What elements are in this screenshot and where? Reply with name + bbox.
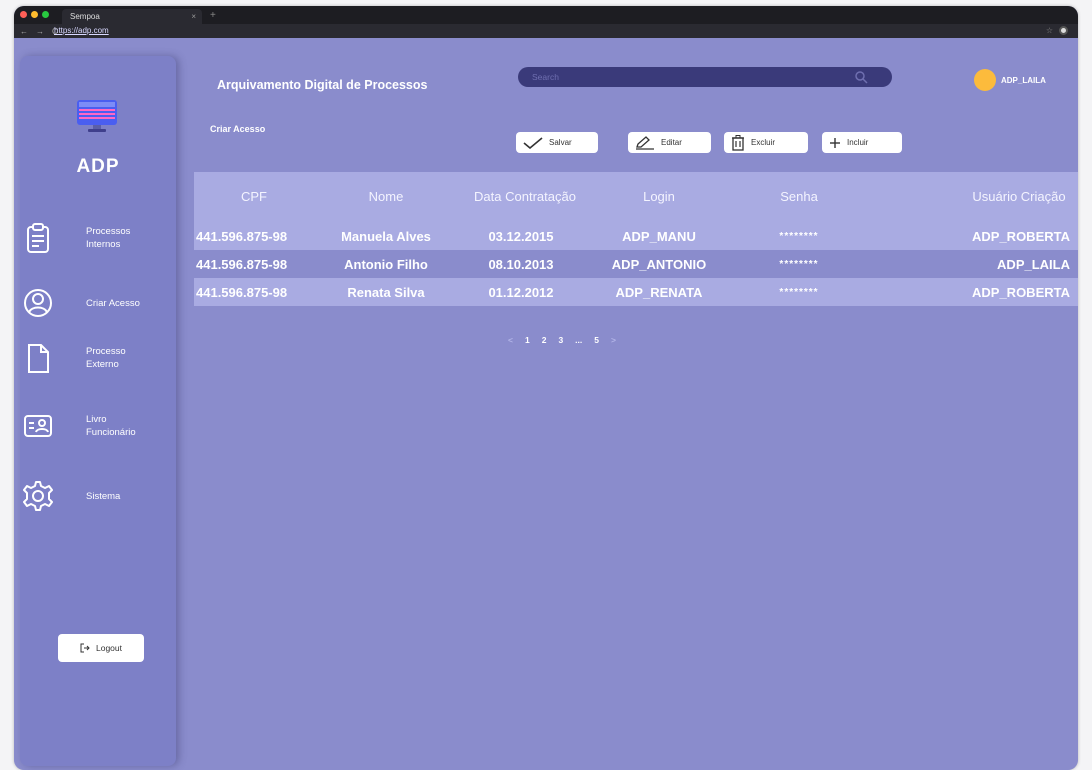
cell-usuario: ADP_ROBERTA <box>972 284 1070 300</box>
table-row[interactable]: 441.596.875-98 Renata Silva 01.12.2012 A… <box>194 278 1078 306</box>
next-page-button[interactable]: > <box>611 335 616 345</box>
table-header: CPF Nome Data Contratação Login Senha Us… <box>194 172 1078 222</box>
cell-senha: ******** <box>779 230 819 242</box>
column-header-login: Login <box>643 189 675 204</box>
user-name: ADP_LAILA <box>1001 75 1046 85</box>
trash-icon <box>732 134 744 151</box>
clipboard-icon <box>27 223 49 253</box>
profile-icon[interactable] <box>1059 26 1068 35</box>
delete-label: Excluir <box>751 138 776 147</box>
cell-nome: Renata Silva <box>347 284 425 300</box>
page-1-button[interactable]: 1 <box>525 335 530 345</box>
cell-senha: ******** <box>779 258 819 270</box>
cell-login: ADP_ANTONIO <box>611 256 707 272</box>
gear-icon <box>23 481 53 511</box>
cell-cpf: 441.596.875-98 <box>196 256 288 272</box>
document-icon <box>28 344 49 373</box>
pencil-icon <box>636 135 654 150</box>
sidebar: ADP Processos Internos Criar Acesso Proc… <box>20 56 176 766</box>
user-circle-icon <box>24 289 52 317</box>
maximize-window-button[interactable] <box>42 11 49 18</box>
cell-cpf: 441.596.875-98 <box>196 284 288 300</box>
sidebar-item-criar-acesso[interactable]: Criar Acesso <box>20 281 176 325</box>
logout-button[interactable]: Logout <box>58 634 144 662</box>
cell-nome: Antonio Filho <box>344 256 428 272</box>
sidebar-item-livro-funcionario[interactable]: Livro Funcionário <box>20 404 176 448</box>
browser-actions: ☆ <box>1046 26 1068 35</box>
page-2-button[interactable]: 2 <box>542 335 547 345</box>
window-controls <box>20 11 49 18</box>
page-title: Arquivamento Digital de Processos <box>217 78 428 92</box>
edit-button[interactable]: Editar <box>628 132 711 153</box>
pagination: < 1 2 3 ... 5 > <box>508 335 616 345</box>
column-header-cpf: CPF <box>241 189 267 204</box>
prev-page-button[interactable]: < <box>508 335 513 345</box>
sidebar-item-label: Criar Acesso <box>86 297 140 309</box>
plus-icon <box>830 137 840 148</box>
checkmark-icon <box>523 136 543 149</box>
user-profile[interactable]: ADP_LAILA <box>974 69 1046 91</box>
search-input[interactable] <box>532 67 832 87</box>
bookmark-icon[interactable]: ☆ <box>1046 26 1053 35</box>
minimize-window-button[interactable] <box>31 11 38 18</box>
browser-tab[interactable]: Sempoa × <box>62 9 202 24</box>
id-card-icon <box>24 415 52 437</box>
new-tab-icon[interactable]: + <box>210 9 216 23</box>
address-bar: ← → C https://adp.com ☆ <box>14 24 1078 38</box>
nav-buttons: ← → C <box>20 24 58 38</box>
cell-usuario: ADP_LAILA <box>997 256 1070 272</box>
cell-usuario: ADP_ROBERTA <box>972 228 1070 244</box>
column-header-senha: Senha <box>780 189 818 204</box>
page-3-button[interactable]: 3 <box>558 335 563 345</box>
sidebar-item-sistema[interactable]: Sistema <box>20 474 176 518</box>
page-5-button[interactable]: 5 <box>594 335 599 345</box>
back-icon[interactable]: ← <box>20 27 28 36</box>
url-field[interactable]: https://adp.com <box>54 24 109 38</box>
table-row[interactable]: 441.596.875-98 Manuela Alves 03.12.2015 … <box>194 222 1078 250</box>
sidebar-item-label: Livro Funcionário <box>86 414 136 438</box>
cell-nome: Manuela Alves <box>341 228 431 244</box>
cell-data: 03.12.2015 <box>488 228 554 244</box>
cell-data: 08.10.2013 <box>488 256 554 272</box>
avatar[interactable] <box>974 69 996 91</box>
sidebar-item-label: Sistema <box>86 490 121 502</box>
cell-login: ADP_RENATA <box>615 284 703 300</box>
sidebar-item-label: Processos Internos <box>86 226 131 250</box>
edit-label: Editar <box>661 138 682 147</box>
cell-login: ADP_MANU <box>622 228 696 244</box>
browser-tab-strip: Sempoa × + <box>14 6 1078 24</box>
sidebar-item-label: Processo Externo <box>86 346 126 370</box>
add-button[interactable]: Incluir <box>822 132 902 153</box>
save-button[interactable]: Salvar <box>516 132 598 153</box>
table-row[interactable]: 441.596.875-98 Antonio Filho 08.10.2013 … <box>194 250 1078 278</box>
page-ellipsis: ... <box>575 335 583 345</box>
search-icon[interactable] <box>854 70 868 84</box>
cell-cpf: 441.596.875-98 <box>196 228 288 244</box>
delete-button[interactable]: Excluir <box>724 132 808 153</box>
search-bar <box>518 67 892 87</box>
logo-text: ADP <box>76 156 120 177</box>
sidebar-item-processo-externo[interactable]: Processo Externo <box>20 336 176 380</box>
logout-label: Logout <box>96 643 122 653</box>
close-window-button[interactable] <box>20 11 27 18</box>
cell-data: 01.12.2012 <box>488 284 554 300</box>
browser-window: Sempoa × + ← → C https://adp.com ☆ ADP P… <box>14 6 1078 770</box>
save-label: Salvar <box>549 138 572 147</box>
column-header-nome: Nome <box>368 189 404 204</box>
monitor-logo-icon <box>77 100 117 132</box>
column-header-data: Data Contratação <box>474 189 576 204</box>
logout-icon <box>80 643 90 653</box>
forward-icon[interactable]: → <box>36 27 44 36</box>
section-title: Criar Acesso <box>210 124 266 134</box>
column-header-usuario: Usuário Criação <box>972 189 1066 204</box>
sidebar-item-processos-internos[interactable]: Processos Internos <box>20 216 176 260</box>
tab-close-icon[interactable]: × <box>191 9 196 24</box>
tab-title: Sempoa <box>70 12 100 21</box>
access-table: CPF Nome Data Contratação Login Senha Us… <box>194 172 1078 306</box>
cell-senha: ******** <box>779 286 819 298</box>
add-label: Incluir <box>847 138 869 147</box>
